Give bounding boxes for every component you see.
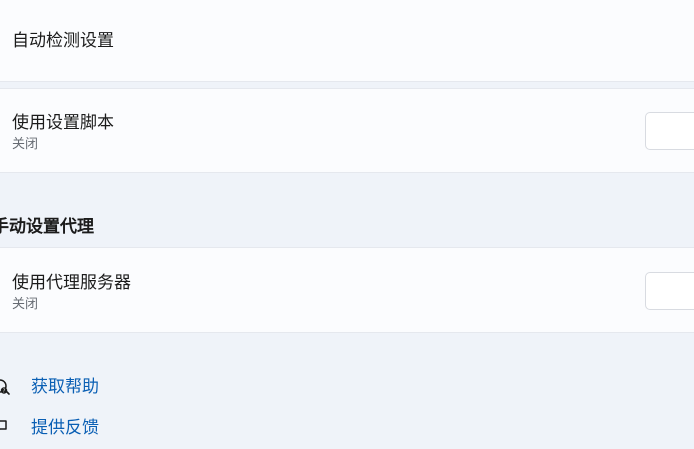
setup-script-setup-button[interactable]: [645, 112, 694, 150]
get-help-label[interactable]: 获取帮助: [31, 375, 99, 399]
proxy-server-setup-button[interactable]: [645, 272, 694, 310]
auto-detect-card[interactable]: 自动检测设置: [0, 0, 694, 82]
setup-script-status: 关闭: [12, 137, 39, 152]
proxy-server-title: 使用代理服务器: [12, 273, 131, 293]
feedback-icon: [0, 418, 12, 438]
proxy-server-card[interactable]: 使用代理服务器 关闭: [0, 247, 694, 333]
proxy-server-status: 关闭: [12, 297, 39, 312]
help-chat-icon: ?: [0, 377, 12, 397]
svg-text:?: ?: [3, 388, 6, 394]
setup-script-card[interactable]: 使用设置脚本 关闭: [0, 88, 694, 173]
give-feedback-label[interactable]: 提供反馈: [31, 416, 99, 440]
setup-script-title: 使用设置脚本: [12, 113, 114, 133]
manual-proxy-heading: 手动设置代理: [0, 217, 94, 237]
auto-detect-title: 自动检测设置: [12, 31, 114, 51]
